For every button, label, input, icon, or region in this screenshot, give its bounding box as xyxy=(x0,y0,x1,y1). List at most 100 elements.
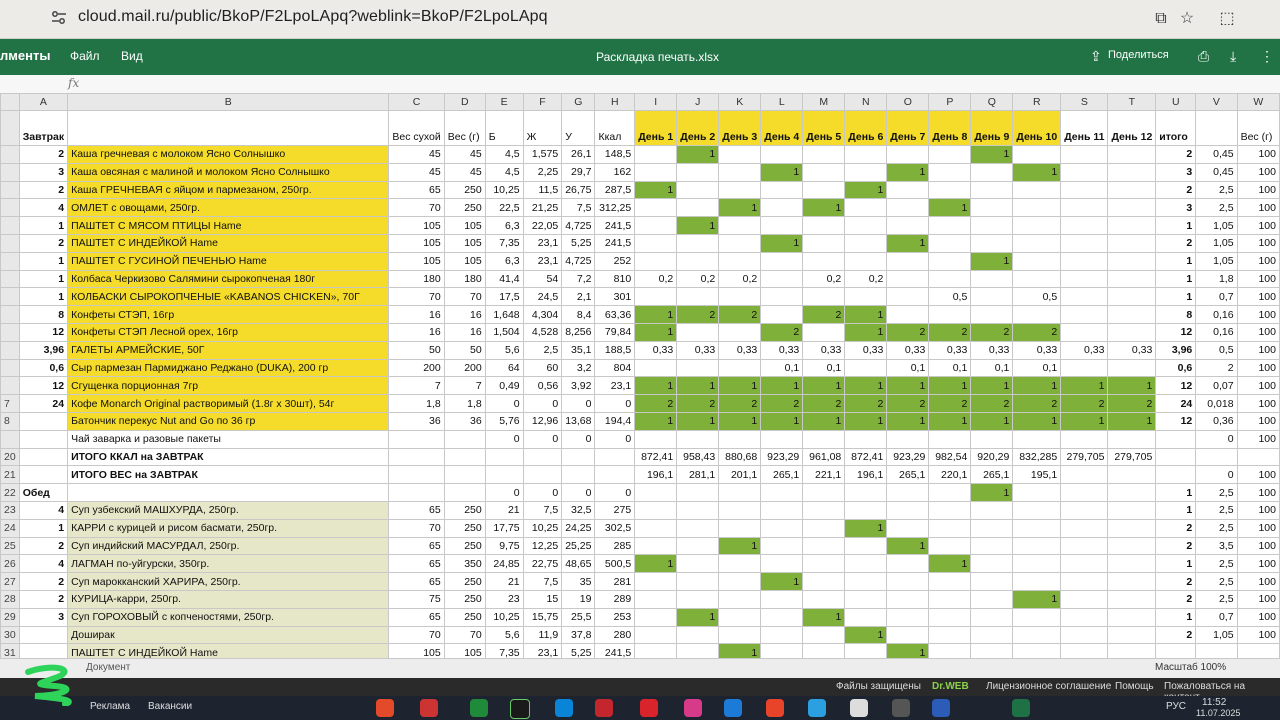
value-cell[interactable]: 5,6 xyxy=(484,625,524,645)
row-number[interactable] xyxy=(0,162,20,182)
day-cell[interactable]: 872,41 xyxy=(844,447,888,467)
column-header[interactable]: J xyxy=(676,93,720,111)
total-cell[interactable]: 3 xyxy=(1155,198,1197,218)
value-cell[interactable]: 35 xyxy=(561,572,596,591)
total-cell[interactable]: 0,6 xyxy=(1155,358,1197,378)
value-cell[interactable]: 6,3 xyxy=(484,216,524,235)
ad-link[interactable]: Реклама xyxy=(90,701,130,712)
row-number[interactable]: 28 xyxy=(0,589,20,609)
day-cell[interactable] xyxy=(1060,643,1109,658)
value-cell[interactable] xyxy=(484,465,524,485)
product-name[interactable]: Кофе Monarch Original растворимый (1.8г … xyxy=(67,394,390,413)
value-cell[interactable]: 79,84 xyxy=(594,322,636,342)
day-cell[interactable] xyxy=(1060,465,1109,485)
value-cell[interactable] xyxy=(484,447,524,467)
day-cell[interactable] xyxy=(970,269,1014,289)
day-cell[interactable] xyxy=(1060,483,1109,502)
day-cell[interactable] xyxy=(928,251,972,271)
value-cell[interactable]: 2,5 xyxy=(1195,483,1238,502)
value-cell[interactable]: 3,5 xyxy=(1195,536,1238,556)
value-cell[interactable]: 26,1 xyxy=(561,145,596,164)
day-cell[interactable] xyxy=(718,625,762,645)
day-cell[interactable] xyxy=(802,643,846,658)
day-cell[interactable] xyxy=(1060,429,1109,449)
product-name[interactable]: Сгущенка порционная 7гр xyxy=(67,376,390,396)
day-cell[interactable]: 920,29 xyxy=(970,447,1014,467)
day-cell[interactable]: 1 xyxy=(928,376,972,396)
day-cell[interactable] xyxy=(1107,180,1157,200)
value-cell[interactable]: 70 xyxy=(388,198,445,218)
day-cell[interactable]: 265,1 xyxy=(886,465,930,485)
row-number[interactable]: 21 xyxy=(0,465,20,485)
product-name[interactable]: ПАШТЕТ С ГУСИНОЙ ПЕЧЕНЬЮ Hame xyxy=(67,251,390,271)
day-cell[interactable] xyxy=(970,198,1014,218)
day-cell[interactable]: 1 xyxy=(718,643,762,658)
value-cell[interactable]: 5,25 xyxy=(561,233,596,253)
day-cell[interactable]: 1 xyxy=(676,411,720,431)
day-header[interactable]: День 4 xyxy=(760,110,804,146)
row-number[interactable]: 27 xyxy=(0,572,20,591)
row-number[interactable]: 24 xyxy=(0,518,20,538)
day-cell[interactable] xyxy=(634,287,678,307)
cell[interactable] xyxy=(67,110,390,146)
day-cell[interactable]: 1 xyxy=(718,376,762,396)
column-header[interactable]: Q xyxy=(970,93,1014,111)
value-cell[interactable]: 54 xyxy=(522,269,563,289)
clock-time[interactable]: 11:52 xyxy=(1202,697,1226,708)
day-cell[interactable]: 281,1 xyxy=(676,465,720,485)
day-cell[interactable] xyxy=(928,518,972,538)
day-cell[interactable] xyxy=(970,518,1014,538)
total-cell[interactable] xyxy=(1155,465,1197,485)
day-cell[interactable] xyxy=(1060,162,1109,182)
column-header[interactable]: N xyxy=(844,93,888,111)
value-cell[interactable]: 4,528 xyxy=(522,322,563,342)
cast-icon[interactable]: ⧉ xyxy=(1150,8,1172,30)
day-cell[interactable] xyxy=(1107,322,1157,342)
day-cell[interactable] xyxy=(718,589,762,609)
day-cell[interactable]: 1 xyxy=(1012,162,1062,182)
value-cell[interactable]: 105 xyxy=(388,233,445,253)
day-cell[interactable] xyxy=(844,251,888,271)
day-cell[interactable] xyxy=(886,216,930,235)
clock-date[interactable]: 11.07.2025 xyxy=(1196,708,1240,718)
day-cell[interactable] xyxy=(802,287,846,307)
row-number[interactable]: 30 xyxy=(0,625,20,645)
weight-cell[interactable]: 100 xyxy=(1236,554,1280,574)
value-cell[interactable]: 7,2 xyxy=(561,269,596,289)
qty-cell[interactable]: 1 xyxy=(18,251,69,271)
language-indicator[interactable]: РУС xyxy=(1166,701,1186,712)
day-cell[interactable] xyxy=(802,625,846,645)
value-cell[interactable]: 500,5 xyxy=(594,554,636,574)
day-cell[interactable] xyxy=(634,500,678,520)
day-cell[interactable] xyxy=(676,251,720,271)
value-cell[interactable]: 0,07 xyxy=(1195,376,1238,396)
value-cell[interactable]: 0,5 xyxy=(1195,340,1238,360)
day-cell[interactable]: 0,33 xyxy=(844,340,888,360)
day-cell[interactable] xyxy=(676,429,720,449)
day-cell[interactable] xyxy=(634,589,678,609)
day-cell[interactable] xyxy=(802,180,846,200)
value-cell[interactable]: 804 xyxy=(594,358,636,378)
value-cell[interactable]: 63,36 xyxy=(594,305,636,324)
day-cell[interactable] xyxy=(802,162,846,182)
day-cell[interactable] xyxy=(844,287,888,307)
value-cell[interactable]: 9,75 xyxy=(484,536,524,556)
row-number[interactable] xyxy=(0,233,20,253)
day-cell[interactable]: 1 xyxy=(928,198,972,218)
value-cell[interactable]: 65 xyxy=(388,500,445,520)
day-cell[interactable] xyxy=(1107,625,1157,645)
day-cell[interactable]: 1 xyxy=(886,233,930,253)
day-cell[interactable] xyxy=(1107,429,1157,449)
day-cell[interactable] xyxy=(886,180,930,200)
qty-cell[interactable]: 4 xyxy=(18,500,69,520)
app-icon[interactable] xyxy=(376,699,394,717)
day-cell[interactable] xyxy=(928,536,972,556)
column-header[interactable]: A xyxy=(18,93,69,111)
day-cell[interactable] xyxy=(1060,145,1109,164)
value-cell[interactable]: 250 xyxy=(443,198,486,218)
day-cell[interactable] xyxy=(676,162,720,182)
day-cell[interactable]: 1 xyxy=(802,607,846,627)
column-header[interactable]: P xyxy=(928,93,972,111)
day-cell[interactable]: 1 xyxy=(970,376,1014,396)
value-cell[interactable]: 105 xyxy=(388,251,445,271)
